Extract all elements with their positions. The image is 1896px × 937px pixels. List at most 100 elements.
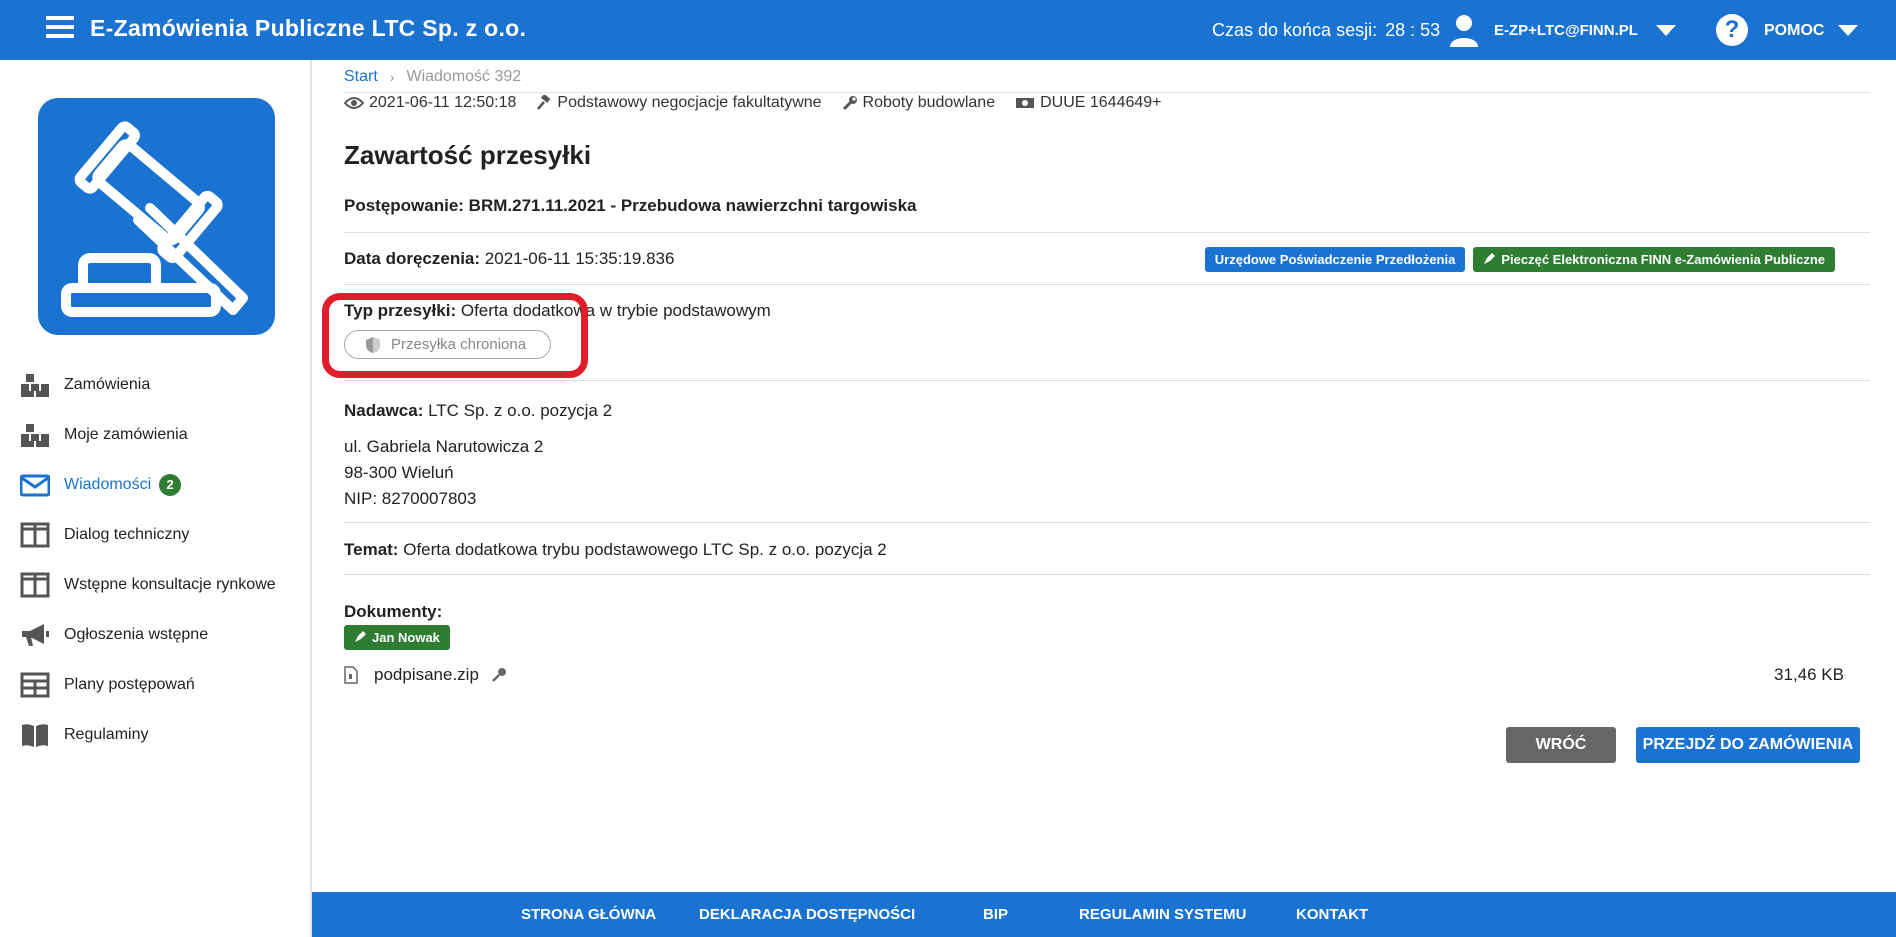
sidebar-item-moje-zamowienia[interactable]: Moje zamówienia: [0, 410, 310, 460]
top-bar: E-Zamówienia Publiczne LTC Sp. z o.o. Cz…: [0, 0, 1896, 60]
sidebar-item-label: Plany postępowań: [64, 676, 195, 693]
question-icon[interactable]: ?: [1716, 14, 1748, 46]
logo[interactable]: [38, 98, 275, 335]
columns-icon: [20, 572, 50, 598]
hamburger-menu-icon[interactable]: [46, 16, 74, 42]
signer-badge[interactable]: Jan Nowak: [344, 625, 450, 650]
wrench-icon: [842, 96, 857, 111]
sender-value: LTC Sp. z o.o. pozycja 2: [428, 401, 613, 420]
document-file-size: 31,46 KB: [1774, 665, 1844, 684]
sender: Nadawca: LTC Sp. z o.o. pozycja 2: [344, 401, 1870, 421]
document-file-link[interactable]: podpisane.zip: [374, 665, 479, 685]
megaphone-icon: [22, 624, 49, 646]
signer-tag[interactable]: Jan Nowak: [344, 625, 450, 650]
pen-nib-icon: [355, 631, 366, 642]
sidebar-item-regulaminy[interactable]: Regulaminy: [0, 710, 310, 760]
divider: [344, 92, 1870, 93]
session-label: Czas do końca sesji:: [1212, 20, 1378, 40]
sidebar-item-zamowienia[interactable]: Zamówienia: [0, 360, 310, 410]
help-menu-chevron-down-icon[interactable]: [1838, 25, 1858, 36]
meta-date: 2021-06-11 12:50:18: [344, 94, 516, 112]
boxes-icon: [21, 374, 49, 397]
go-to-order-button[interactable]: PRZEJDŹ DO ZAMÓWIENIA: [1636, 727, 1860, 763]
delivery-date-label: Data doręczenia:: [344, 249, 481, 268]
divider: [344, 284, 1870, 285]
sidebar: Zamówienia Moje zamówienia Wiadomości 2 …: [0, 60, 312, 937]
divider: [344, 380, 1870, 381]
footer: STRONA GŁÓWNA DEKLARACJA DOSTĘPNOŚCI BIP…: [312, 892, 1896, 937]
sidebar-item-label: Zamówienia: [64, 376, 151, 393]
sidebar-item-label: Moje zamówienia: [64, 426, 188, 443]
meta-category-text: Roboty budowlane: [862, 94, 996, 111]
electronic-seal-tag[interactable]: Pieczęć Elektroniczna FINN e-Zamówienia …: [1473, 247, 1835, 272]
sender-label: Nadawca:: [344, 401, 424, 420]
gavel-icon: [61, 121, 248, 317]
sidebar-item-ogloszenia-wstepne[interactable]: Ogłoszenia wstępne: [0, 610, 310, 660]
sidebar-item-label: Regulaminy: [64, 726, 149, 743]
highlight-box: [322, 293, 588, 378]
user-icon[interactable]: [1448, 13, 1480, 47]
signer-name: Jan Nowak: [372, 630, 440, 645]
user-menu-chevron-down-icon[interactable]: [1656, 25, 1676, 36]
table-icon: [20, 672, 50, 698]
sidebar-item-label: Dialog techniczny: [64, 526, 190, 543]
sender-address-street: ul. Gabriela Narutowicza 2: [344, 437, 544, 456]
user-email[interactable]: E-ZP+LTC@FINN.PL: [1494, 22, 1638, 39]
footer-link-home[interactable]: STRONA GŁÓWNA: [521, 906, 656, 923]
documents-label: Dokumenty:: [344, 602, 443, 621]
app-title[interactable]: E-Zamówienia Publiczne LTC Sp. z o.o.: [90, 15, 526, 42]
footer-link-accessibility[interactable]: DEKLARACJA DOSTĘPNOŚCI: [699, 906, 915, 923]
envelope-icon: [20, 474, 50, 497]
breadcrumb-start-link[interactable]: Start: [344, 68, 378, 86]
book-icon: [22, 724, 48, 747]
subject-value: Oferta dodatkowa trybu podstawowego LTC …: [403, 540, 887, 559]
session-timer: Czas do końca sesji: 28 : 53: [1212, 20, 1440, 41]
footer-link-bip[interactable]: BIP: [983, 906, 1008, 923]
message-meta: 2021-06-11 12:50:18 Podstawowy negocjacj…: [344, 94, 1182, 112]
sidebar-item-label: Wiadomości: [64, 476, 152, 493]
meta-duue: DUUE 1644649+: [1015, 94, 1162, 112]
session-time: 28 : 53: [1385, 20, 1441, 40]
sender-nip: NIP: 8270007803: [344, 489, 477, 508]
key-icon[interactable]: [491, 667, 507, 683]
sidebar-item-wstepne-konsultacje[interactable]: Wstępne konsultacje rynkowe: [0, 560, 310, 610]
divider: [344, 574, 1870, 575]
proceeding-title: Postępowanie: BRM.271.11.2021 - Przebudo…: [344, 196, 917, 215]
boxes-icon: [21, 424, 49, 447]
meta-duue-text: DUUE 1644649+: [1040, 94, 1162, 111]
sender-address-city: 98-300 Wieluń: [344, 463, 454, 482]
meta-mode: Podstawowy negocjacje fakultatywne: [536, 94, 822, 112]
delivery-date-value: 2021-06-11 15:35:19.836: [484, 249, 675, 268]
subject: Temat: Oferta dodatkowa trybu podstawowe…: [344, 540, 1870, 560]
unread-count-badge: 2: [159, 474, 182, 496]
meta-mode-text: Podstawowy negocjacje fakultatywne: [557, 94, 822, 111]
meta-date-text: 2021-06-11 12:50:18: [369, 94, 517, 111]
sidebar-item-wiadomosci[interactable]: Wiadomości 2: [0, 460, 310, 510]
columns-icon: [20, 522, 50, 548]
sidebar-item-label: Ogłoszenia wstępne: [64, 626, 209, 643]
eye-icon: [344, 97, 364, 109]
money-icon: [1016, 98, 1035, 108]
sidebar-item-dialog-techniczny[interactable]: Dialog techniczny: [0, 510, 310, 560]
sidebar-item-plany-postepowan[interactable]: Plany postępowań: [0, 660, 310, 710]
file-zip-icon: [344, 666, 358, 684]
footer-link-regulations[interactable]: REGULAMIN SYSTEMU: [1079, 906, 1247, 923]
footer-link-contact[interactable]: KONTAKT: [1296, 906, 1368, 923]
pen-nib-icon: [1484, 253, 1496, 264]
help-menu[interactable]: POMOC: [1764, 22, 1824, 40]
divider: [344, 232, 1870, 233]
page-title: Zawartość przesyłki: [344, 140, 592, 170]
subject-label: Temat:: [344, 540, 399, 559]
sidebar-nav: Zamówienia Moje zamówienia Wiadomości 2 …: [0, 360, 310, 760]
upp-tag[interactable]: Urzędowe Poświadczenie Przedłożenia: [1204, 247, 1466, 272]
back-button[interactable]: WRÓĆ: [1506, 727, 1616, 763]
delivery-tags: Urzędowe Poświadczenie Przedłożenia Piec…: [1204, 247, 1835, 272]
electronic-seal-label: Pieczęć Elektroniczna FINN e-Zamówienia …: [1501, 252, 1825, 267]
breadcrumb-separator: ›: [389, 69, 395, 85]
divider: [344, 522, 1870, 523]
breadcrumb-current: Wiadomość 392: [406, 68, 522, 85]
breadcrumb: Start › Wiadomość 392: [344, 68, 521, 86]
gavel-small-icon: [537, 95, 551, 110]
meta-category: Roboty budowlane: [842, 94, 996, 112]
sidebar-item-label: Wstępne konsultacje rynkowe: [64, 576, 276, 593]
